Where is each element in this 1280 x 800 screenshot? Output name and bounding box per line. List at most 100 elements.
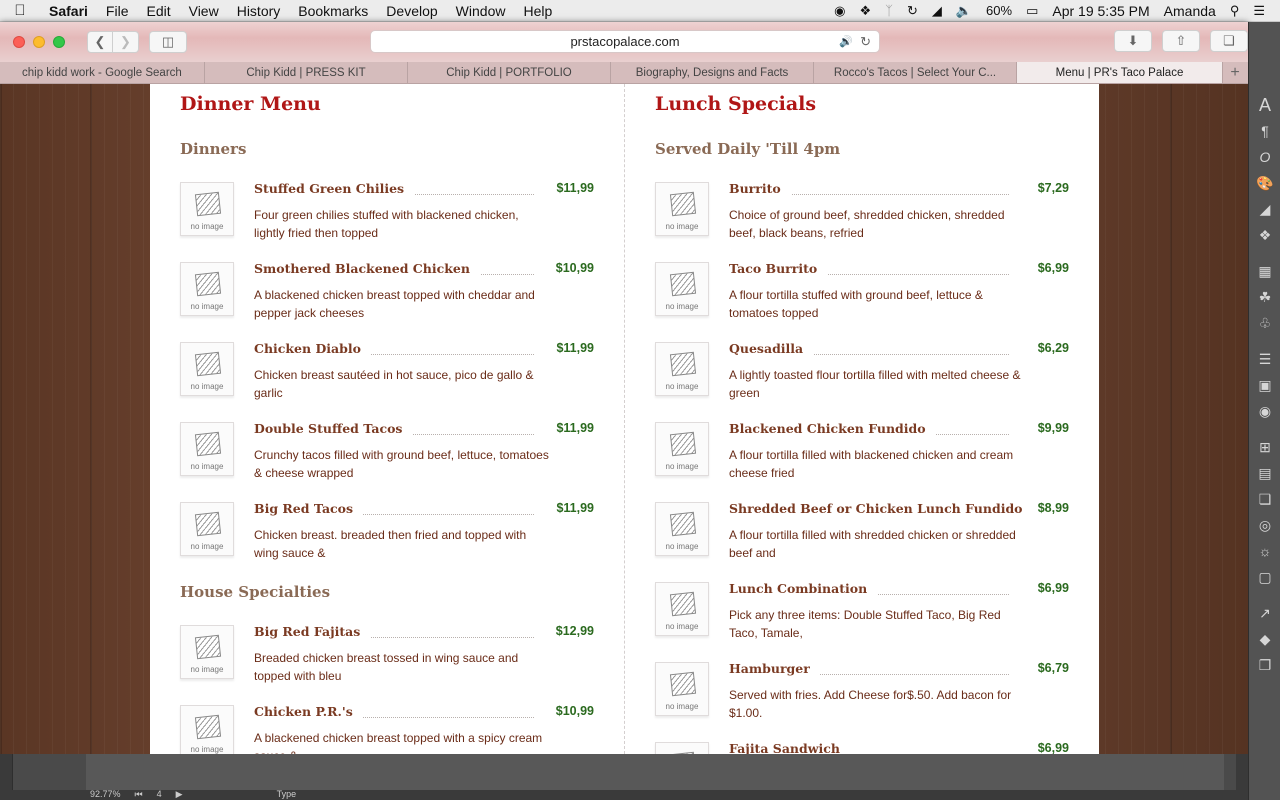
menu-item[interactable]: no image Big Red Tacos $11,99 Chicken br… xyxy=(180,501,594,562)
dropbox-icon[interactable]: ❖ xyxy=(852,3,878,19)
menu-file[interactable]: File xyxy=(97,3,138,19)
item-name[interactable]: Smothered Blackened Chicken xyxy=(254,261,480,276)
share-button[interactable]: ⇧ xyxy=(1162,30,1200,52)
menu-item[interactable]: no image Chicken P.R.'s $10,99 A blacken… xyxy=(180,704,594,754)
item-thumbnail[interactable]: no image xyxy=(655,582,709,636)
item-thumbnail[interactable]: no image xyxy=(655,662,709,716)
menu-develop[interactable]: Develop xyxy=(377,3,446,19)
zoom-window-button[interactable] xyxy=(53,36,65,48)
item-name[interactable]: Quesadilla xyxy=(729,341,814,356)
item-thumbnail[interactable]: no image xyxy=(180,262,234,316)
item-thumbnail[interactable]: no image xyxy=(655,742,709,754)
battery-icon[interactable]: ▭ xyxy=(1019,3,1045,19)
tab-portfolio[interactable]: Chip Kidd | PORTFOLIO xyxy=(408,62,611,83)
pathfinder-icon[interactable]: ❏ xyxy=(1249,486,1280,512)
menu-item[interactable]: no image Shredded Beef or Chicken Lunch … xyxy=(655,501,1069,562)
downloads-button[interactable]: ⬇ xyxy=(1114,30,1152,52)
menu-bookmarks[interactable]: Bookmarks xyxy=(289,3,377,19)
menu-history[interactable]: History xyxy=(228,3,290,19)
user-name[interactable]: Amanda xyxy=(1157,3,1223,19)
menu-edit[interactable]: Edit xyxy=(137,3,179,19)
clock[interactable]: Apr 19 5:35 PM xyxy=(1045,3,1156,19)
item-name[interactable]: Shredded Beef or Chicken Lunch Fundido xyxy=(729,501,1033,516)
time-machine-icon[interactable]: ↻ xyxy=(900,3,925,19)
item-thumbnail[interactable]: no image xyxy=(180,342,234,396)
show-all-tabs-button[interactable]: ❏ xyxy=(1210,30,1248,52)
export-icon[interactable]: ↗ xyxy=(1249,600,1280,626)
item-name[interactable]: Hamburger xyxy=(729,661,820,676)
menu-item[interactable]: no image Blackened Chicken Fundido $9,99… xyxy=(655,421,1069,482)
item-name[interactable]: Chicken Diablo xyxy=(254,341,371,356)
back-button[interactable]: ❮ xyxy=(87,31,113,53)
volume-icon[interactable]: 🔈 xyxy=(949,3,979,19)
item-name[interactable]: Lunch Combination xyxy=(729,581,878,596)
tab-google-search[interactable]: chip kidd work - Google Search xyxy=(0,62,205,83)
swatches-icon[interactable]: ◢ xyxy=(1249,196,1280,222)
new-tab-button[interactable]: + xyxy=(1223,62,1247,83)
menu-item[interactable]: no image Smothered Blackened Chicken $10… xyxy=(180,261,594,322)
symbols-icon[interactable]: ☘ xyxy=(1249,284,1280,310)
cc-libraries-icon[interactable]: ◎ xyxy=(1249,512,1280,538)
appearance-icon[interactable]: ☼ xyxy=(1249,538,1280,564)
item-thumbnail[interactable]: no image xyxy=(180,422,234,476)
graphic-styles-icon[interactable]: ▦ xyxy=(1249,258,1280,284)
item-thumbnail[interactable]: no image xyxy=(655,502,709,556)
next-page-icon[interactable]: ▶ xyxy=(176,789,183,800)
tab-press-kit[interactable]: Chip Kidd | PRESS KIT xyxy=(205,62,408,83)
item-name[interactable]: Big Red Tacos xyxy=(254,501,364,516)
item-thumbnail[interactable]: no image xyxy=(180,625,234,679)
spotlight-search-icon[interactable]: ⚲ xyxy=(1223,3,1247,19)
item-name[interactable]: Taco Burrito xyxy=(729,261,828,276)
menu-item[interactable]: no image Taco Burrito $6,99 A flour tort… xyxy=(655,261,1069,322)
artboards-icon[interactable]: ▢ xyxy=(1249,564,1280,590)
menu-item[interactable]: no image Stuffed Green Chilies $11,99 Fo… xyxy=(180,181,594,242)
menu-item[interactable]: no image Chicken Diablo $11,99 Chicken b… xyxy=(180,341,594,402)
layers-icon[interactable]: ◆ xyxy=(1249,626,1280,652)
menu-help[interactable]: Help xyxy=(514,3,561,19)
item-name[interactable]: Double Stuffed Tacos xyxy=(254,421,413,436)
wifi-icon[interactable]: ◢ xyxy=(925,3,949,19)
menu-app-safari[interactable]: Safari xyxy=(40,3,97,19)
item-thumbnail[interactable]: no image xyxy=(180,502,234,556)
page-number[interactable]: 4 xyxy=(157,789,162,799)
item-name[interactable]: Fajita Sandwich xyxy=(729,741,850,754)
item-thumbnail[interactable]: no image xyxy=(655,182,709,236)
tab-taco-palace-menu[interactable]: Menu | PR's Taco Palace xyxy=(1017,62,1223,83)
forward-button[interactable]: ❯ xyxy=(113,31,139,53)
menu-window[interactable]: Window xyxy=(447,3,515,19)
glyphs-panel-icon[interactable]: O xyxy=(1249,144,1280,170)
menu-item[interactable]: no image Quesadilla $6,29 A lightly toas… xyxy=(655,341,1069,402)
paragraph-panel-icon[interactable]: ¶ xyxy=(1249,118,1280,144)
first-page-icon[interactable]: ⏮ xyxy=(135,789,143,800)
bluetooth-icon[interactable]: ᛉ xyxy=(878,3,900,18)
menu-item[interactable]: no image Fajita Sandwich $6,99 xyxy=(655,741,1069,754)
minimize-window-button[interactable] xyxy=(33,36,45,48)
menu-item[interactable]: no image Burrito $7,29 Choice of ground … xyxy=(655,181,1069,242)
battery-percent[interactable]: 60% xyxy=(979,3,1019,18)
menu-item[interactable]: no image Double Stuffed Tacos $11,99 Cru… xyxy=(180,421,594,482)
close-window-button[interactable] xyxy=(13,36,25,48)
item-name[interactable]: Big Red Fajitas xyxy=(254,624,371,639)
creative-cloud-icon[interactable]: ◉ xyxy=(827,3,852,19)
item-thumbnail[interactable]: no image xyxy=(180,705,234,754)
menu-view[interactable]: View xyxy=(180,3,228,19)
character-panel-icon[interactable]: A xyxy=(1249,92,1280,118)
item-thumbnail[interactable]: no image xyxy=(655,262,709,316)
audio-playing-icon[interactable]: 🔊 xyxy=(839,35,853,48)
menu-item[interactable]: no image Big Red Fajitas $12,99 Breaded … xyxy=(180,624,594,685)
align-icon[interactable]: ▤ xyxy=(1249,460,1280,486)
club-symbol-icon[interactable]: ♧ xyxy=(1249,310,1280,336)
address-bar[interactable]: prstacopalace.com 🔊 ↻ xyxy=(370,30,880,53)
item-name[interactable]: Stuffed Green Chilies xyxy=(254,181,415,196)
item-name[interactable]: Burrito xyxy=(729,181,791,196)
menu-item[interactable]: no image Lunch Combination $6,99 Pick an… xyxy=(655,581,1069,642)
menu-item[interactable]: no image Hamburger $6,79 Served with fri… xyxy=(655,661,1069,722)
gradient-icon[interactable]: ▣ xyxy=(1249,372,1280,398)
zoom-level[interactable]: 92.77% xyxy=(90,789,121,799)
item-name[interactable]: Blackened Chicken Fundido xyxy=(729,421,936,436)
apple-menu-icon[interactable]:  xyxy=(0,2,40,19)
transform-icon[interactable]: ⊞ xyxy=(1249,434,1280,460)
sidebar-toggle-button[interactable]: ◫ xyxy=(149,31,187,53)
stroke-icon[interactable]: ☰ xyxy=(1249,346,1280,372)
notification-center-icon[interactable]: ☰ xyxy=(1246,3,1272,19)
